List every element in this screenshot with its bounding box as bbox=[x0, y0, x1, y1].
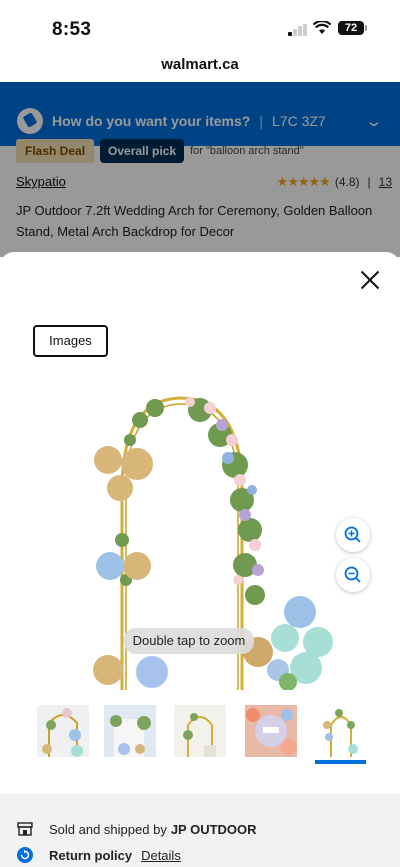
return-icon bbox=[17, 847, 33, 863]
signal-icon bbox=[288, 24, 308, 36]
return-policy-details-link[interactable]: Details bbox=[141, 848, 181, 863]
address-bar[interactable]: walmart.ca bbox=[0, 56, 400, 82]
tab-images[interactable]: Images bbox=[33, 325, 108, 357]
store-icon bbox=[17, 822, 33, 836]
zoom-out-icon[interactable] bbox=[336, 558, 370, 592]
image-viewer-sheet: Images Double tap to zoom Sold and shipp… bbox=[0, 252, 400, 867]
thumbnail-5[interactable] bbox=[315, 705, 367, 757]
thumbnail-2[interactable] bbox=[104, 705, 156, 757]
sold-by-row: Sold and shipped by JP OUTDOOR bbox=[16, 820, 257, 838]
return-policy-row: Return policy Details bbox=[16, 846, 181, 864]
seller-info: Sold and shipped by JP OUTDOOR Return po… bbox=[0, 794, 400, 867]
zoom-in-icon[interactable] bbox=[336, 518, 370, 552]
thumbnail-1[interactable] bbox=[37, 705, 89, 757]
thumbnail-strip bbox=[0, 705, 400, 764]
status-time: 8:53 bbox=[52, 19, 92, 40]
wifi-icon bbox=[313, 21, 331, 34]
status-bar: 8:53 72 bbox=[0, 0, 400, 56]
close-icon[interactable] bbox=[360, 270, 380, 290]
overlay-backdrop[interactable] bbox=[0, 82, 400, 257]
return-policy-label: Return policy bbox=[49, 847, 133, 863]
thumbnail-3[interactable] bbox=[174, 705, 226, 757]
battery-icon: 72 bbox=[338, 21, 367, 35]
seller-name: JP OUTDOOR bbox=[170, 821, 257, 837]
sold-by-label: Sold and shipped by bbox=[49, 821, 167, 837]
active-thumbnail-indicator bbox=[315, 760, 366, 764]
zoom-hint: Double tap to zoom bbox=[124, 628, 254, 654]
image-viewer[interactable]: Double tap to zoom bbox=[0, 380, 400, 690]
thumbnail-4[interactable] bbox=[245, 705, 297, 757]
